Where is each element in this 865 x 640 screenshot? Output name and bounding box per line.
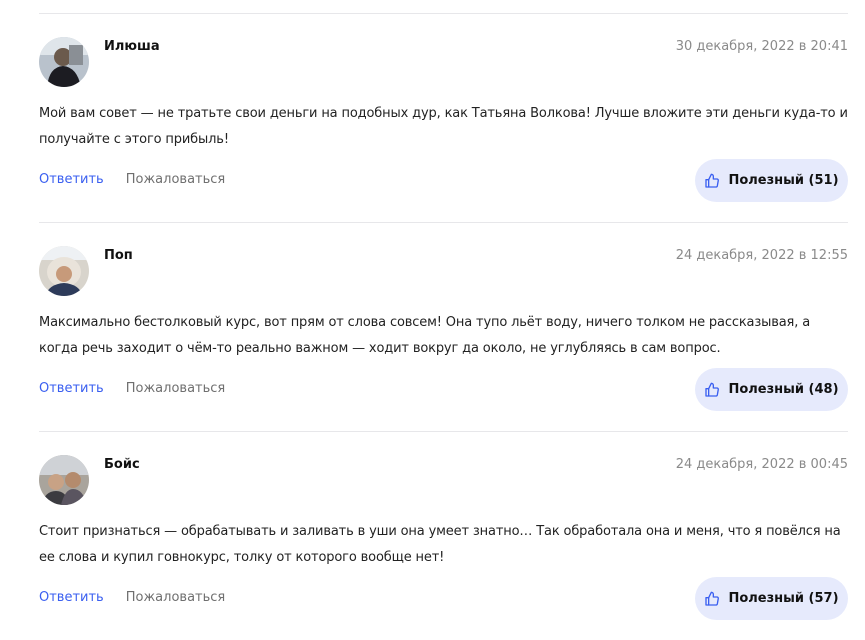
comment-author[interactable]: Бойс — [104, 457, 140, 472]
comment-actions: Ответить Пожаловаться — [39, 172, 225, 187]
useful-button[interactable]: Полезный (51) — [695, 159, 848, 202]
thumbs-up-icon — [704, 591, 720, 607]
comment-actions: Ответить Пожаловаться — [39, 590, 225, 605]
avatar[interactable] — [39, 246, 89, 296]
comment-author[interactable]: Поп — [104, 248, 133, 263]
comment-actions: Ответить Пожаловаться — [39, 381, 225, 396]
useful-button[interactable]: Полезный (57) — [695, 577, 848, 620]
useful-label: Полезный (57) — [728, 591, 839, 606]
thumbs-up-icon — [704, 382, 720, 398]
comment-date: 30 декабря, 2022 в 20:41 — [675, 39, 848, 54]
thumbs-up-icon — [704, 173, 720, 189]
avatar[interactable] — [39, 37, 89, 87]
comments-feed: Илюша 30 декабря, 2022 в 20:41 Мой вам с… — [39, 13, 848, 640]
reply-link[interactable]: Ответить — [39, 590, 104, 605]
report-link[interactable]: Пожаловаться — [126, 381, 226, 396]
comment-text: Максимально бестолковый курс, вот прям о… — [39, 315, 811, 356]
report-link[interactable]: Пожаловаться — [126, 172, 226, 187]
comment-item: Поп 24 декабря, 2022 в 12:55 Максимально… — [39, 222, 848, 431]
reply-link[interactable]: Ответить — [39, 381, 104, 396]
comment-text: Мой вам совет — не тратьте свои деньги н… — [39, 106, 848, 147]
comment-text: Стоит признаться — обрабатывать и залива… — [39, 524, 841, 565]
comment-date: 24 декабря, 2022 в 12:55 — [675, 248, 848, 263]
useful-label: Полезный (48) — [728, 382, 839, 397]
report-link[interactable]: Пожаловаться — [126, 590, 226, 605]
comment-date: 24 декабря, 2022 в 00:45 — [675, 457, 848, 472]
comment-item: Илюша 30 декабря, 2022 в 20:41 Мой вам с… — [39, 13, 848, 222]
avatar[interactable] — [39, 455, 89, 505]
comment-author[interactable]: Илюша — [104, 39, 160, 54]
reply-link[interactable]: Ответить — [39, 172, 104, 187]
comment-item: Бойс 24 декабря, 2022 в 00:45 Стоит приз… — [39, 431, 848, 640]
useful-label: Полезный (51) — [728, 173, 839, 188]
useful-button[interactable]: Полезный (48) — [695, 368, 848, 411]
